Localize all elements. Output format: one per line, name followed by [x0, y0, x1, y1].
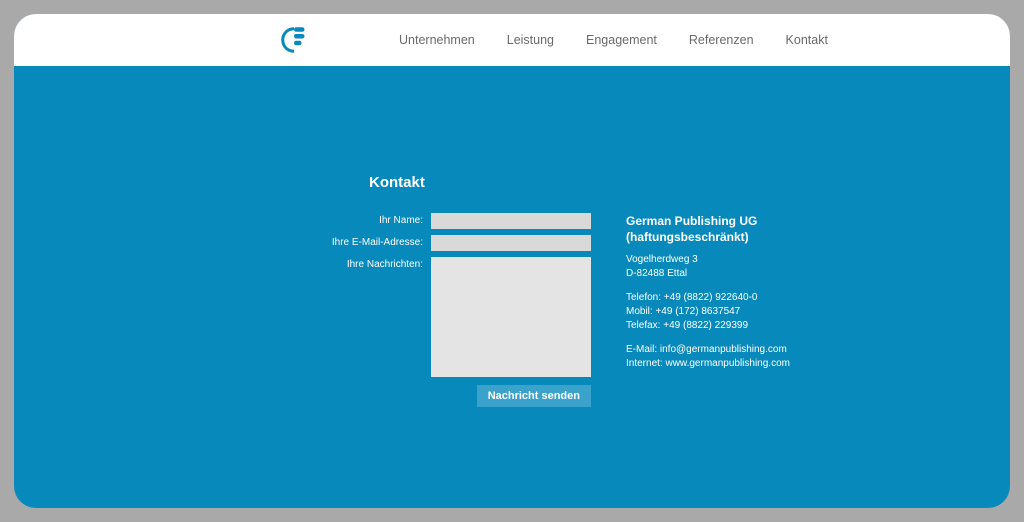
- message-textarea[interactable]: [431, 257, 591, 377]
- contact-form: Ihr Name: Ihre E-Mail-Adresse: Ihre Nach…: [369, 213, 594, 407]
- company-name-line1: German Publishing UG: [626, 214, 757, 228]
- logo-icon: [279, 25, 309, 55]
- telefax: Telefax: +49 (8822) 229399: [626, 320, 748, 331]
- company-name-line2: (haftungsbeschränkt): [626, 230, 749, 244]
- name-label: Ihr Name:: [301, 213, 431, 226]
- company-online: E-Mail: info@germanpublishing.com Intern…: [626, 343, 790, 371]
- company-email: E-Mail: info@germanpublishing.com: [626, 344, 787, 355]
- topbar: Unternehmen Leistung Engagement Referenz…: [14, 14, 1010, 66]
- message-label: Ihre Nachrichten:: [301, 257, 431, 270]
- mobil: Mobil: +49 (172) 8637547: [626, 306, 740, 317]
- columns: Ihr Name: Ihre E-Mail-Adresse: Ihre Nach…: [369, 213, 969, 407]
- main-nav: Unternehmen Leistung Engagement Referenz…: [399, 33, 828, 47]
- address-line1: Vogelherdweg 3: [626, 254, 698, 265]
- nav-item-referenzen[interactable]: Referenzen: [689, 33, 754, 47]
- company-internet: Internet: www.germanpublishing.com: [626, 358, 790, 369]
- content-area: Kontakt Ihr Name: Ihre E-Mail-Adresse: I…: [369, 174, 969, 407]
- address-line2: D-82488 Ettal: [626, 268, 687, 279]
- nav-item-kontakt[interactable]: Kontakt: [786, 33, 828, 47]
- telefon: Telefon: +49 (8822) 922640-0: [626, 292, 758, 303]
- name-input[interactable]: [431, 213, 591, 229]
- submit-button[interactable]: Nachricht senden: [477, 385, 591, 407]
- app-window: Unternehmen Leistung Engagement Referenz…: [14, 14, 1010, 508]
- nav-item-engagement[interactable]: Engagement: [586, 33, 657, 47]
- company-phones: Telefon: +49 (8822) 922640-0 Mobil: +49 …: [626, 291, 790, 333]
- email-label: Ihre E-Mail-Adresse:: [301, 235, 431, 248]
- nav-item-unternehmen[interactable]: Unternehmen: [399, 33, 475, 47]
- company-info: German Publishing UG (haftungsbeschränkt…: [626, 213, 790, 407]
- nav-item-leistung[interactable]: Leistung: [507, 33, 554, 47]
- company-address: Vogelherdweg 3 D-82488 Ettal: [626, 253, 790, 281]
- page-title: Kontakt: [369, 174, 969, 191]
- company-name: German Publishing UG (haftungsbeschränkt…: [626, 213, 790, 245]
- email-input[interactable]: [431, 235, 591, 251]
